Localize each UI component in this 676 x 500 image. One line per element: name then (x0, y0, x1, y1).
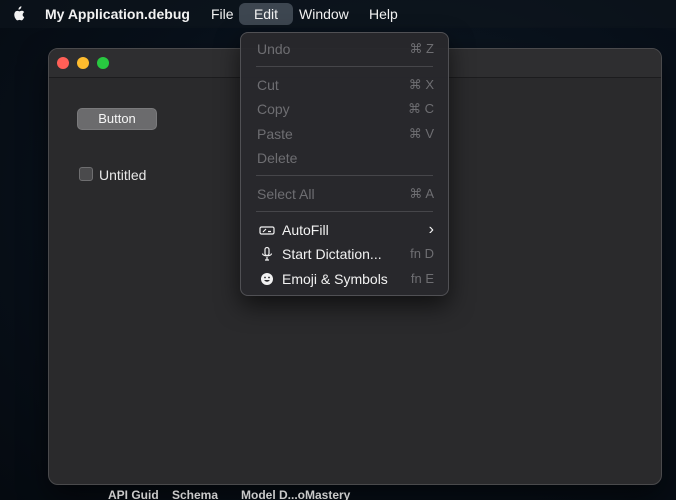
menu-item-label: Delete (257, 150, 298, 166)
menu-item-shortcut: fn D (410, 246, 434, 261)
autofill-icon (259, 226, 275, 235)
menu-item-shortcut: ⌘ X (408, 77, 434, 92)
menu-item-copy[interactable]: Copy ⌘ C (247, 98, 442, 120)
menu-item-shortcut: ⌘ C (408, 101, 434, 116)
menu-item-shortcut: ⌘ V (408, 126, 434, 141)
menu-item-paste[interactable]: Paste ⌘ V (247, 123, 442, 145)
menu-separator (256, 66, 433, 67)
menu-item-autofill[interactable]: AutoFill › (247, 219, 442, 241)
menu-item-label: Undo (257, 41, 291, 57)
menu-item-start-dictation[interactable]: Start Dictation... fn D (247, 243, 442, 265)
close-button[interactable] (57, 57, 69, 69)
chevron-right-icon: › (428, 221, 434, 238)
menu-item-label: Copy (257, 101, 290, 117)
minimize-button[interactable] (77, 57, 89, 69)
maximize-button[interactable] (97, 57, 109, 69)
menu-separator (256, 175, 433, 176)
menu-file[interactable]: File (211, 3, 234, 25)
menu-item-label: Emoji & Symbols (282, 271, 388, 287)
menu-item-shortcut: ⌘ Z (409, 41, 434, 56)
menu-item-label: Cut (257, 77, 279, 93)
main-button[interactable]: Button (77, 108, 157, 130)
untitled-checkbox[interactable] (79, 167, 93, 181)
menu-item-label: AutoFill (282, 222, 329, 238)
checkbox-label[interactable]: Untitled (99, 166, 146, 184)
edit-menu-dropdown: Undo ⌘ Z Cut ⌘ X Copy ⌘ C Paste ⌘ V Dele… (240, 32, 449, 296)
menu-item-delete[interactable]: Delete (247, 147, 442, 169)
menu-item-label: Select All (257, 186, 315, 202)
apple-icon[interactable] (12, 6, 25, 22)
background-window-strip: API Guid Schema Model D...oMastery (108, 484, 408, 500)
menu-item-emoji-symbols[interactable]: Emoji & Symbols fn E (247, 268, 442, 290)
menu-item-label: Start Dictation... (282, 246, 382, 262)
menu-item-shortcut: fn E (410, 271, 434, 286)
microphone-icon (261, 246, 273, 261)
background-label: API Guid (108, 488, 159, 500)
menu-item-cut[interactable]: Cut ⌘ X (247, 74, 442, 96)
menu-item-undo[interactable]: Undo ⌘ Z (247, 38, 442, 60)
background-label: Model D...oMastery (241, 488, 351, 500)
menu-item-shortcut: ⌘ A (409, 186, 434, 201)
menu-window[interactable]: Window (299, 3, 349, 25)
menu-edit[interactable]: Edit (239, 3, 293, 25)
menu-help[interactable]: Help (369, 3, 398, 25)
background-label: Schema (172, 488, 219, 500)
smiley-icon (261, 273, 273, 285)
menu-item-select-all[interactable]: Select All ⌘ A (247, 183, 442, 205)
menu-item-label: Paste (257, 126, 293, 142)
app-name[interactable]: My Application.debug (45, 3, 190, 25)
menu-separator (256, 211, 433, 212)
menu-bar: My Application.debug File Edit Window He… (0, 0, 676, 28)
